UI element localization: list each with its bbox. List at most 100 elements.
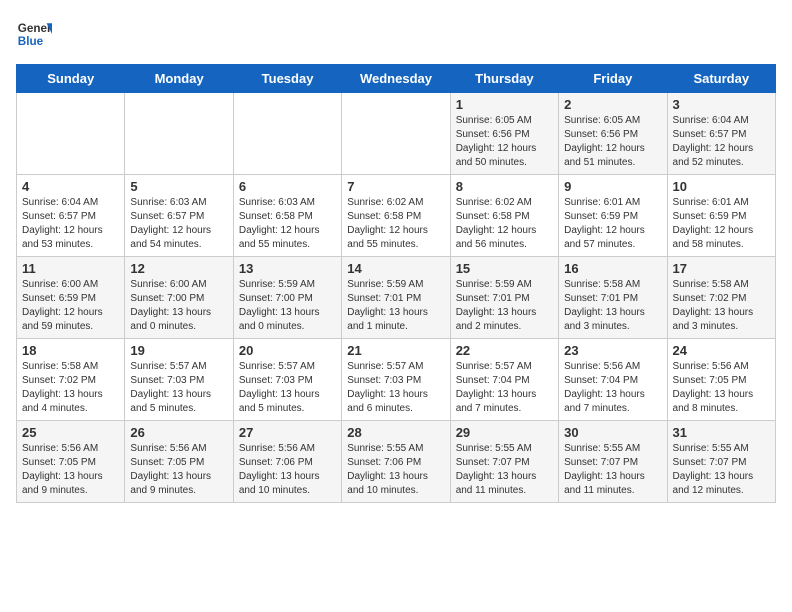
calendar-cell [17, 93, 125, 175]
calendar-cell: 28 Sunrise: 5:55 AM Sunset: 7:06 PM Dayli… [342, 421, 450, 503]
calendar-cell: 23 Sunrise: 5:56 AM Sunset: 7:04 PM Dayli… [559, 339, 667, 421]
day-number: 21 [347, 343, 444, 358]
day-number: 9 [564, 179, 661, 194]
day-number: 29 [456, 425, 553, 440]
week-row-5: 25 Sunrise: 5:56 AM Sunset: 7:05 PM Dayli… [17, 421, 776, 503]
day-info: Sunrise: 5:56 AM Sunset: 7:05 PM Dayligh… [130, 442, 227, 498]
calendar-cell [342, 93, 450, 175]
day-number: 7 [347, 179, 444, 194]
day-info: Sunrise: 5:56 AM Sunset: 7:05 PM Dayligh… [673, 360, 770, 416]
calendar-cell: 20Sunrise: 5:57 AM Sunset: 7:03 PM Dayli… [233, 339, 341, 421]
weekday-header-saturday: Saturday [667, 65, 775, 93]
day-info: Sunrise: 5:57 AM Sunset: 7:03 PM Dayligh… [347, 360, 444, 416]
calendar-cell: 1 Sunrise: 6:05 AM Sunset: 6:56 PM Daylig… [450, 93, 558, 175]
day-info: Sunrise: 6:03 AM Sunset: 6:57 PM Dayligh… [130, 196, 227, 252]
day-number: 28 [347, 425, 444, 440]
weekday-header-friday: Friday [559, 65, 667, 93]
day-number: 31 [673, 425, 770, 440]
day-info: Sunrise: 5:58 AM Sunset: 7:01 PM Dayligh… [564, 278, 661, 334]
day-info: Sunrise: 5:58 AM Sunset: 7:02 PM Dayligh… [22, 360, 119, 416]
calendar-cell: 3Sunrise: 6:04 AM Sunset: 6:57 PM Daylig… [667, 93, 775, 175]
week-row-3: 11 Sunrise: 6:00 AM Sunset: 6:59 PM Dayli… [17, 257, 776, 339]
day-number: 11 [22, 261, 119, 276]
day-info: Sunrise: 5:57 AM Sunset: 7:03 PM Dayligh… [130, 360, 227, 416]
day-number: 13 [239, 261, 336, 276]
calendar-cell: 26 Sunrise: 5:56 AM Sunset: 7:05 PM Dayli… [125, 421, 233, 503]
day-info: Sunrise: 6:04 AM Sunset: 6:57 PM Dayligh… [22, 196, 119, 252]
logo-icon: General Blue [16, 16, 52, 52]
calendar-cell: 13Sunrise: 5:59 AM Sunset: 7:00 PM Dayli… [233, 257, 341, 339]
calendar-cell: 24 Sunrise: 5:56 AM Sunset: 7:05 PM Dayli… [667, 339, 775, 421]
weekday-header-wednesday: Wednesday [342, 65, 450, 93]
calendar-cell: 29 Sunrise: 5:55 AM Sunset: 7:07 PM Dayli… [450, 421, 558, 503]
day-number: 1 [456, 97, 553, 112]
calendar-cell: 15 Sunrise: 5:59 AM Sunset: 7:01 PM Dayli… [450, 257, 558, 339]
day-info: Sunrise: 6:00 AM Sunset: 7:00 PM Dayligh… [130, 278, 227, 334]
day-info: Sunrise: 6:01 AM Sunset: 6:59 PM Dayligh… [673, 196, 770, 252]
day-info: Sunrise: 5:58 AM Sunset: 7:02 PM Dayligh… [673, 278, 770, 334]
calendar-cell: 22 Sunrise: 5:57 AM Sunset: 7:04 PM Dayli… [450, 339, 558, 421]
day-info: Sunrise: 5:57 AM Sunset: 7:04 PM Dayligh… [456, 360, 553, 416]
calendar-cell: 25 Sunrise: 5:56 AM Sunset: 7:05 PM Dayli… [17, 421, 125, 503]
svg-text:General: General [18, 22, 52, 35]
day-info: Sunrise: 5:59 AM Sunset: 7:01 PM Dayligh… [347, 278, 444, 334]
day-number: 10 [673, 179, 770, 194]
day-info: Sunrise: 5:59 AM Sunset: 7:01 PM Dayligh… [456, 278, 553, 334]
weekday-header-thursday: Thursday [450, 65, 558, 93]
day-info: Sunrise: 6:03 AM Sunset: 6:58 PM Dayligh… [239, 196, 336, 252]
day-info: Sunrise: 6:02 AM Sunset: 6:58 PM Dayligh… [347, 196, 444, 252]
day-number: 24 [673, 343, 770, 358]
calendar-cell: 18Sunrise: 5:58 AM Sunset: 7:02 PM Dayli… [17, 339, 125, 421]
calendar-cell [233, 93, 341, 175]
calendar-cell [125, 93, 233, 175]
day-info: Sunrise: 5:55 AM Sunset: 7:06 PM Dayligh… [347, 442, 444, 498]
calendar-cell: 30Sunrise: 5:55 AM Sunset: 7:07 PM Dayli… [559, 421, 667, 503]
day-number: 3 [673, 97, 770, 112]
weekday-header-row: SundayMondayTuesdayWednesdayThursdayFrid… [17, 65, 776, 93]
calendar-cell: 14 Sunrise: 5:59 AM Sunset: 7:01 PM Dayli… [342, 257, 450, 339]
calendar-cell: 11 Sunrise: 6:00 AM Sunset: 6:59 PM Dayli… [17, 257, 125, 339]
day-info: Sunrise: 5:56 AM Sunset: 7:04 PM Dayligh… [564, 360, 661, 416]
weekday-header-sunday: Sunday [17, 65, 125, 93]
day-number: 15 [456, 261, 553, 276]
calendar-cell: 21 Sunrise: 5:57 AM Sunset: 7:03 PM Dayli… [342, 339, 450, 421]
week-row-2: 4Sunrise: 6:04 AM Sunset: 6:57 PM Daylig… [17, 175, 776, 257]
page-header: General Blue [16, 16, 776, 52]
day-number: 22 [456, 343, 553, 358]
day-number: 27 [239, 425, 336, 440]
day-info: Sunrise: 5:57 AM Sunset: 7:03 PM Dayligh… [239, 360, 336, 416]
day-number: 5 [130, 179, 227, 194]
day-info: Sunrise: 6:02 AM Sunset: 6:58 PM Dayligh… [456, 196, 553, 252]
calendar-cell: 7 Sunrise: 6:02 AM Sunset: 6:58 PM Daylig… [342, 175, 450, 257]
calendar-cell: 17Sunrise: 5:58 AM Sunset: 7:02 PM Dayli… [667, 257, 775, 339]
logo: General Blue [16, 16, 52, 52]
calendar-cell: 4Sunrise: 6:04 AM Sunset: 6:57 PM Daylig… [17, 175, 125, 257]
day-info: Sunrise: 5:55 AM Sunset: 7:07 PM Dayligh… [456, 442, 553, 498]
day-number: 26 [130, 425, 227, 440]
day-info: Sunrise: 6:00 AM Sunset: 6:59 PM Dayligh… [22, 278, 119, 334]
calendar-cell: 9Sunrise: 6:01 AM Sunset: 6:59 PM Daylig… [559, 175, 667, 257]
day-number: 25 [22, 425, 119, 440]
day-info: Sunrise: 5:55 AM Sunset: 7:07 PM Dayligh… [673, 442, 770, 498]
day-number: 23 [564, 343, 661, 358]
calendar-cell: 12 Sunrise: 6:00 AM Sunset: 7:00 PM Dayli… [125, 257, 233, 339]
weekday-header-monday: Monday [125, 65, 233, 93]
day-number: 30 [564, 425, 661, 440]
day-number: 12 [130, 261, 227, 276]
calendar-cell: 16Sunrise: 5:58 AM Sunset: 7:01 PM Dayli… [559, 257, 667, 339]
calendar-cell: 5 Sunrise: 6:03 AM Sunset: 6:57 PM Daylig… [125, 175, 233, 257]
day-info: Sunrise: 5:56 AM Sunset: 7:05 PM Dayligh… [22, 442, 119, 498]
week-row-4: 18Sunrise: 5:58 AM Sunset: 7:02 PM Dayli… [17, 339, 776, 421]
day-number: 14 [347, 261, 444, 276]
day-number: 2 [564, 97, 661, 112]
day-info: Sunrise: 6:05 AM Sunset: 6:56 PM Dayligh… [564, 114, 661, 170]
day-info: Sunrise: 6:05 AM Sunset: 6:56 PM Dayligh… [456, 114, 553, 170]
day-number: 19 [130, 343, 227, 358]
week-row-1: 1 Sunrise: 6:05 AM Sunset: 6:56 PM Daylig… [17, 93, 776, 175]
calendar-cell: 2 Sunrise: 6:05 AM Sunset: 6:56 PM Daylig… [559, 93, 667, 175]
calendar-cell: 6Sunrise: 6:03 AM Sunset: 6:58 PM Daylig… [233, 175, 341, 257]
calendar-cell: 31 Sunrise: 5:55 AM Sunset: 7:07 PM Dayli… [667, 421, 775, 503]
svg-text:Blue: Blue [18, 35, 44, 48]
weekday-header-tuesday: Tuesday [233, 65, 341, 93]
calendar-cell: 19 Sunrise: 5:57 AM Sunset: 7:03 PM Dayli… [125, 339, 233, 421]
